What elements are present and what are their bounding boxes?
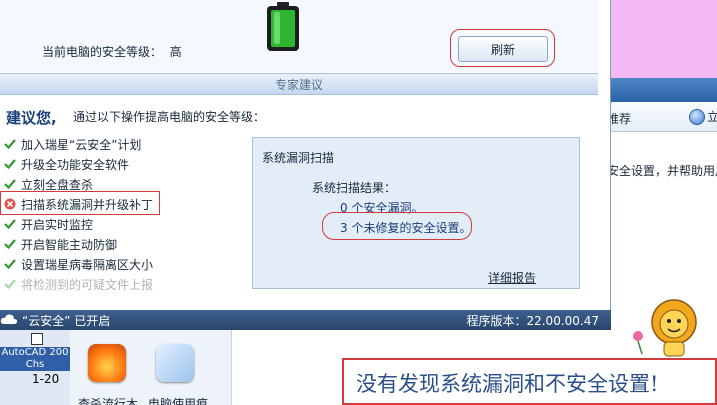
security-level-value: 高 — [169, 45, 182, 59]
background-window-titlebar — [605, 78, 717, 102]
check-icon — [4, 259, 16, 270]
background-window: 推荐 立 安全设置，并帮助用户 — [604, 78, 717, 328]
scan-result-settings: 3 个未修复的安全设置。 — [340, 221, 472, 235]
lion-mascot-icon — [633, 299, 697, 357]
action-realtime-monitor[interactable]: 开启实时监控 — [4, 214, 93, 234]
background-window-toolbar: 推荐 立 — [605, 102, 717, 132]
action-report-suspicious[interactable]: 将检测到的可疑文件上报 — [4, 274, 153, 294]
notice-text: 没有发现系统漏洞和不安全设置! — [356, 372, 659, 396]
action-label: 升级全功能安全软件 — [21, 157, 130, 172]
security-window: 当前电脑的安全等级： 高 刷新 专家建议 建议您, 通过以下操作提高电脑的安全等… — [0, 0, 611, 330]
cloud-icon — [0, 314, 18, 324]
security-level-text: 当前电脑的安全等级： 高 — [42, 43, 182, 60]
toolbar-item-globe-label: 立 — [707, 110, 717, 124]
scan-result-label: 系统扫描结果： — [312, 181, 397, 195]
globe-icon — [689, 108, 705, 125]
status-bar: “云安全” 已开启 程序版本：22.00.00.47 — [0, 310, 611, 330]
advice-title: 建议您, — [6, 109, 57, 127]
action-label: 立刻全盘查杀 — [21, 177, 94, 192]
action-label: 加入瑞星“云安全”计划 — [21, 137, 142, 152]
virus-kill-tool-label[interactable]: 查杀流行木 — [78, 395, 138, 405]
desktop-wallpaper — [610, 0, 717, 78]
action-label: 开启实时监控 — [21, 217, 94, 232]
shortcut-arrow-icon — [31, 333, 43, 345]
action-join-cloud[interactable]: 加入瑞星“云安全”计划 — [4, 134, 141, 154]
action-label: 扫描系统漏洞并升级补丁 — [21, 197, 154, 212]
advice-subtitle: 通过以下操作提高电脑的安全等级： — [73, 110, 266, 124]
check-icon — [4, 139, 16, 150]
check-icon — [4, 239, 16, 250]
trace-clean-tool-icon[interactable] — [156, 344, 194, 382]
toolbar-item-globe[interactable]: 立 — [689, 108, 717, 125]
action-label: 将检测到的可疑文件上报 — [21, 277, 154, 292]
version-text: 程序版本：22.00.00.47 — [466, 314, 599, 328]
trace-clean-tool-label[interactable]: 电脑使用痕 — [148, 395, 208, 405]
detail-report-link[interactable]: 详细报告 — [488, 269, 536, 286]
refresh-button[interactable]: 刷新 — [458, 36, 548, 62]
desktop-icon-label: 1-20 — [32, 372, 60, 386]
action-label: 开启智能主动防御 — [21, 237, 118, 252]
security-level-label: 当前电脑的安全等级： — [42, 45, 163, 59]
check-icon — [4, 279, 16, 290]
check-icon — [4, 159, 16, 170]
battery-level-icon — [267, 2, 299, 51]
check-icon — [4, 219, 16, 230]
check-icon — [4, 179, 16, 190]
desktop-icon-autocad[interactable]: AutoCAD 200 Chs — [0, 347, 70, 371]
action-active-defense[interactable]: 开启智能主动防御 — [4, 234, 117, 254]
error-x-icon — [4, 198, 16, 210]
section-header: 专家建议 — [0, 73, 598, 95]
notice-banner: 没有发现系统漏洞和不安全设置! — [342, 358, 717, 405]
action-scan-vulnerabilities[interactable]: 扫描系统漏洞并升级补丁 — [4, 194, 153, 214]
virus-kill-tool-icon[interactable] — [88, 344, 126, 382]
action-upgrade[interactable]: 升级全功能安全软件 — [4, 154, 129, 174]
action-label: 设置瑞星病毒隔离区大小 — [21, 257, 154, 272]
background-window-text: 安全设置，并帮助用户 — [607, 164, 717, 178]
scan-panel-title: 系统漏洞扫描 — [262, 151, 335, 165]
action-quarantine-size[interactable]: 设置瑞星病毒隔离区大小 — [4, 254, 153, 274]
cloud-status-text: “云安全” 已开启 — [22, 314, 111, 328]
